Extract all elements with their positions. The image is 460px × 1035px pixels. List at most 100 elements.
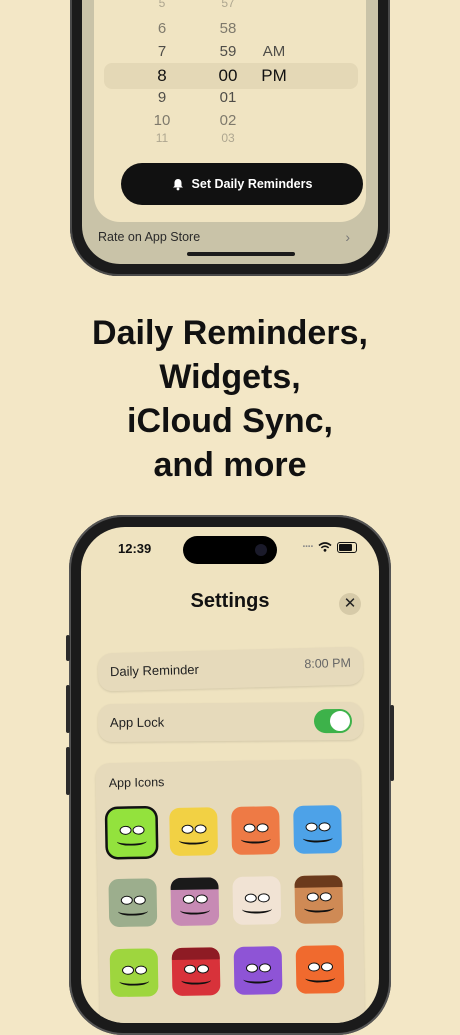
monster-eye: [244, 893, 257, 903]
volume-down-button: [66, 747, 70, 795]
pale-monster-icon[interactable]: [232, 876, 282, 925]
reminder-sheet: 5 57 6 58 7 59 AM 8 00 PM 9 01 10 02 11 03 Set Daily Re…: [94, 0, 366, 222]
picker-hour: 6: [157, 20, 167, 37]
top-phone-screen: 5 57 6 58 7 59 AM 8 00 PM 9 01 10 02 11 03 Set Daily Re…: [82, 0, 378, 264]
mute-switch: [66, 635, 70, 661]
monster-eye: [134, 965, 148, 975]
app-lock-toggle[interactable]: [313, 708, 353, 734]
yellow-monster-icon[interactable]: [169, 807, 219, 857]
olive-monster-icon[interactable]: [108, 878, 158, 928]
monster-eye: [119, 825, 132, 835]
monster-eye: [245, 963, 259, 973]
picker-ampm: AM: [262, 43, 286, 60]
headline-line-4: and more: [153, 446, 307, 484]
monster-eye: [306, 892, 319, 902]
picker-minute: 02: [219, 112, 237, 129]
monster-eye: [318, 822, 331, 832]
settings-screen: 12:39 ···· Settings ✕ Daily Reminder 8:0…: [81, 527, 379, 1023]
monster-eye: [132, 825, 145, 835]
monster-eye: [305, 822, 318, 832]
picker-minute: 01: [219, 89, 237, 106]
top-phone-frame: 5 57 6 58 7 59 AM 8 00 PM 9 01 10 02 11 03 Set Daily Re…: [70, 0, 390, 276]
purple-monster-icon[interactable]: [170, 877, 220, 927]
home-indicator: [187, 252, 295, 256]
monster-eye: [120, 895, 133, 905]
set-daily-reminders-label: Set Daily Reminders: [191, 177, 313, 191]
picker-hour: 7: [157, 43, 167, 60]
monster-eye: [258, 963, 272, 973]
rate-on-app-store-label: Rate on App Store: [98, 230, 201, 244]
monster-eye: [194, 824, 207, 834]
power-button: [390, 705, 394, 781]
violet-monster-icon[interactable]: [233, 946, 283, 995]
daily-reminder-row[interactable]: Daily Reminder 8:00 PM: [97, 646, 364, 692]
bell-icon: [172, 178, 183, 190]
picker-minute: 58: [219, 20, 237, 37]
monster-mouth: [116, 836, 147, 846]
monster-mouth: [305, 973, 336, 983]
monster-hair: [171, 947, 220, 961]
picker-row[interactable]: 7 59 AM: [94, 43, 366, 65]
blue-monster-icon[interactable]: [293, 805, 343, 854]
monster-hair: [170, 877, 219, 891]
monster-eye: [195, 894, 208, 904]
picker-minute: 00: [218, 66, 238, 85]
monster-eye: [257, 893, 270, 903]
daily-reminder-label: Daily Reminder: [109, 661, 200, 680]
picker-row[interactable]: 6 58: [94, 20, 366, 42]
picker-ampm: PM: [261, 66, 287, 85]
battery-icon: [337, 541, 357, 553]
rainbow-monster-icon[interactable]: [295, 945, 345, 994]
lime-monster-icon[interactable]: [109, 948, 159, 998]
camera-icon: [255, 544, 267, 556]
red-devil-monster-icon[interactable]: [171, 947, 221, 997]
wifi-icon: [318, 542, 332, 552]
volume-up-button: [66, 685, 70, 733]
picker-minute: 57: [221, 0, 235, 10]
daily-reminder-value: 8:00 PM: [304, 655, 352, 672]
close-button[interactable]: ✕: [339, 593, 361, 615]
headline-line-3: iCloud Sync,: [127, 402, 333, 440]
rate-on-app-store-row[interactable]: Rate on App Store ›: [98, 229, 362, 248]
picker-hour: 11: [155, 131, 169, 145]
monster-eye: [121, 965, 135, 975]
picker-row[interactable]: 5 57: [94, 0, 366, 18]
headline-line-1: Daily Reminders,: [92, 314, 368, 352]
picker-row[interactable]: 8 00 PM: [94, 66, 366, 88]
monster-mouth: [303, 903, 335, 913]
picker-hour: 10: [153, 112, 171, 129]
page-title: Settings: [190, 590, 270, 612]
monster-mouth: [240, 834, 271, 844]
headline-line-2: Widgets,: [159, 358, 301, 396]
status-time: 12:39: [118, 541, 152, 556]
app-lock-row: App Lock: [97, 701, 364, 743]
monster-mouth: [181, 975, 212, 985]
picker-hour: 9: [157, 89, 167, 106]
monster-eye: [307, 962, 321, 972]
monster-eye: [256, 823, 269, 833]
monster-eye: [182, 894, 195, 904]
monster-mouth: [241, 904, 273, 914]
app-lock-label: App Lock: [109, 714, 165, 731]
monster-eye: [320, 962, 334, 972]
monster-mouth: [302, 833, 333, 843]
monster-eye: [196, 964, 210, 974]
marketing-headline: Daily Reminders, Widgets, iCloud Sync, a…: [0, 311, 460, 487]
monster-mouth: [243, 974, 274, 984]
monster-mouth: [178, 835, 209, 845]
picker-row[interactable]: 11 03: [94, 131, 366, 153]
monster-mouth: [119, 976, 150, 986]
monster-eye: [133, 895, 146, 905]
green-monster-icon[interactable]: [107, 808, 157, 858]
picker-hour: 8: [157, 66, 167, 85]
monster-hair: [294, 875, 343, 888]
set-daily-reminders-button[interactable]: Set Daily Reminders: [121, 163, 363, 205]
monster-eye: [319, 892, 332, 902]
monster-mouth: [117, 906, 149, 916]
chevron-right-icon: ›: [345, 229, 350, 245]
picker-hour: 5: [158, 0, 166, 10]
picker-row[interactable]: 9 01: [94, 89, 366, 111]
orange-monster-icon[interactable]: [231, 806, 281, 855]
monster-eye: [243, 823, 256, 833]
brown-monster-icon[interactable]: [294, 875, 344, 924]
